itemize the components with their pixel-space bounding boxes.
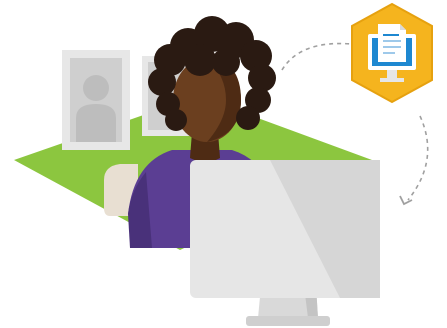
document-badge — [351, 2, 433, 104]
monitor-base — [246, 316, 330, 326]
illustration-canvas — [14, 2, 433, 326]
portrait-frame-left — [62, 50, 130, 150]
desktop-monitor-icon — [190, 160, 380, 326]
